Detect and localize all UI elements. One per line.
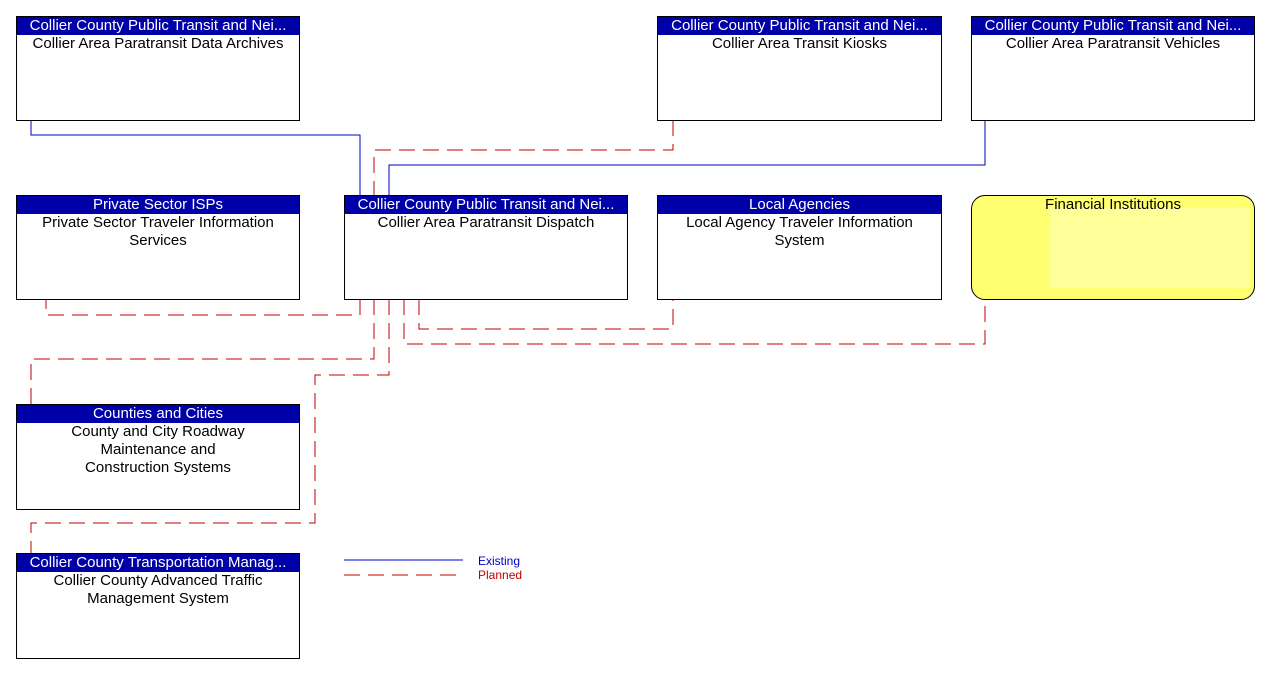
element-name: Collier County Advanced Traffic Manageme…	[53, 572, 263, 607]
element-name: County and City Roadway Maintenance and …	[71, 423, 245, 476]
element-archives[interactable]: Collier County Public Transit and Nei...…	[16, 16, 300, 121]
highlight-decoration	[1050, 208, 1250, 288]
element-financial[interactable]: Financial Institutions	[971, 195, 1255, 300]
flow-kiosks-dispatch	[373, 120, 674, 195]
element-name: Collier Area Transit Kiosks	[711, 35, 888, 52]
element-kiosks[interactable]: Collier County Public Transit and Nei...…	[657, 16, 942, 121]
element-name: Collier Area Paratransit Data Archives	[32, 35, 284, 52]
element-local[interactable]: Local Agencies Local Agency Traveler Inf…	[657, 195, 942, 300]
flow-vehicles-dispatch	[388, 120, 986, 195]
element-header: Local Agencies	[658, 196, 941, 214]
element-header: Collier County Public Transit and Nei...	[345, 196, 627, 214]
element-name: Collier Area Paratransit Dispatch	[377, 214, 595, 231]
element-atms[interactable]: Collier County Transportation Manag... C…	[16, 553, 300, 659]
element-name: Collier Area Paratransit Vehicles	[1005, 35, 1221, 52]
element-header: Collier County Public Transit and Nei...	[17, 17, 299, 35]
flow-archives-dispatch	[30, 120, 361, 195]
flow-isp-dispatch	[45, 299, 361, 316]
element-header: Collier County Public Transit and Nei...	[658, 17, 941, 35]
legend-existing-label: Existing	[478, 554, 521, 568]
flow-local-dispatch	[418, 299, 674, 330]
legend-planned-label: Planned	[478, 568, 523, 582]
element-header: Counties and Cities	[17, 405, 299, 423]
element-header: Private Sector ISPs	[17, 196, 299, 214]
element-name: Financial Institutions	[1045, 196, 1181, 213]
element-vehicles[interactable]: Collier County Public Transit and Nei...…	[971, 16, 1255, 121]
element-header: Collier County Public Transit and Nei...	[972, 17, 1254, 35]
element-name: Local Agency Traveler Information System	[686, 214, 913, 249]
element-dispatch[interactable]: Collier County Public Transit and Nei...…	[344, 195, 628, 300]
element-isp[interactable]: Private Sector ISPs Private Sector Trave…	[16, 195, 300, 300]
element-roadway[interactable]: Counties and Cities County and City Road…	[16, 404, 300, 510]
element-name: Private Sector Traveler Information Serv…	[42, 214, 274, 249]
element-header: Collier County Transportation Manag...	[17, 554, 299, 572]
flow-financial-dispatch	[403, 299, 986, 345]
